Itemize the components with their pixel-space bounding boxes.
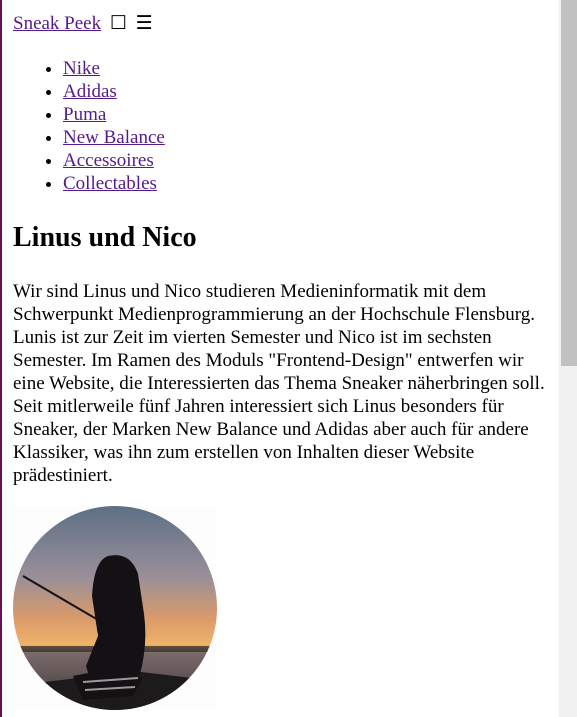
about-paragraph: Wir sind Linus und Nico studieren Medien… xyxy=(13,281,545,486)
scrollbar-thumb[interactable] xyxy=(561,0,577,366)
sunset-fishing-photo-image xyxy=(13,506,217,710)
menu-toggle-checkbox[interactable]: ☐ xyxy=(110,13,127,34)
top-navigation-bar: Sneak Peek ☐ ☰ xyxy=(13,12,153,36)
nav-item-adidas: Adidas xyxy=(63,80,165,103)
nav-link-adidas[interactable]: Adidas xyxy=(63,81,117,102)
brand-navigation-list: Nike Adidas Puma New Balance Accessoires… xyxy=(13,57,165,195)
profile-photo xyxy=(13,506,217,710)
nav-item-accessoires: Accessoires xyxy=(63,149,165,172)
nav-item-new-balance: New Balance xyxy=(63,126,165,149)
nav-link-nike[interactable]: Nike xyxy=(63,58,100,79)
nav-link-collectables[interactable]: Collectables xyxy=(63,173,157,194)
nav-item-collectables: Collectables xyxy=(63,172,165,195)
vertical-scrollbar[interactable] xyxy=(559,0,577,717)
nav-item-puma: Puma xyxy=(63,103,165,126)
nav-link-puma[interactable]: Puma xyxy=(63,104,106,125)
page-title: Linus und Nico xyxy=(13,222,197,253)
hamburger-menu-icon[interactable]: ☰ xyxy=(136,13,153,34)
nav-item-nike: Nike xyxy=(63,57,165,80)
page: Sneak Peek ☐ ☰ Nike Adidas Puma New Bala… xyxy=(13,0,559,717)
nav-link-accessoires[interactable]: Accessoires xyxy=(63,150,154,171)
nav-link-new-balance[interactable]: New Balance xyxy=(63,127,165,148)
window-left-edge xyxy=(0,0,2,717)
brand-link[interactable]: Sneak Peek xyxy=(13,13,101,34)
